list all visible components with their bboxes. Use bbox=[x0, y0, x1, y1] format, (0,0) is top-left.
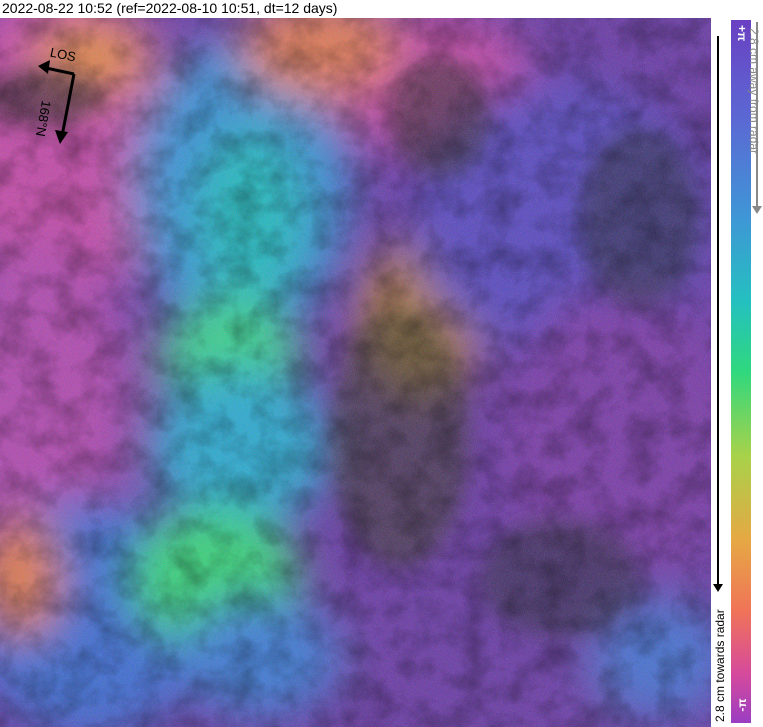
towards-label: 2.8 cm towards radar bbox=[713, 609, 727, 722]
away-label: 2.8 cm away from radar bbox=[747, 28, 761, 155]
colorbar-bottom-label: -π bbox=[735, 698, 749, 712]
colorbar: +π -π 2.8 cm away from radar 2.8 cm towa… bbox=[711, 18, 763, 727]
interferogram-map: LOS 168°N bbox=[0, 18, 711, 727]
interferogram-image bbox=[0, 18, 711, 727]
away-arrow-head bbox=[752, 206, 762, 214]
image-title: 2022-08-22 10:52 (ref=2022-08-10 10:51, … bbox=[2, 0, 338, 16]
towards-arrow-head bbox=[713, 584, 723, 592]
towards-arrow bbox=[717, 36, 719, 588]
